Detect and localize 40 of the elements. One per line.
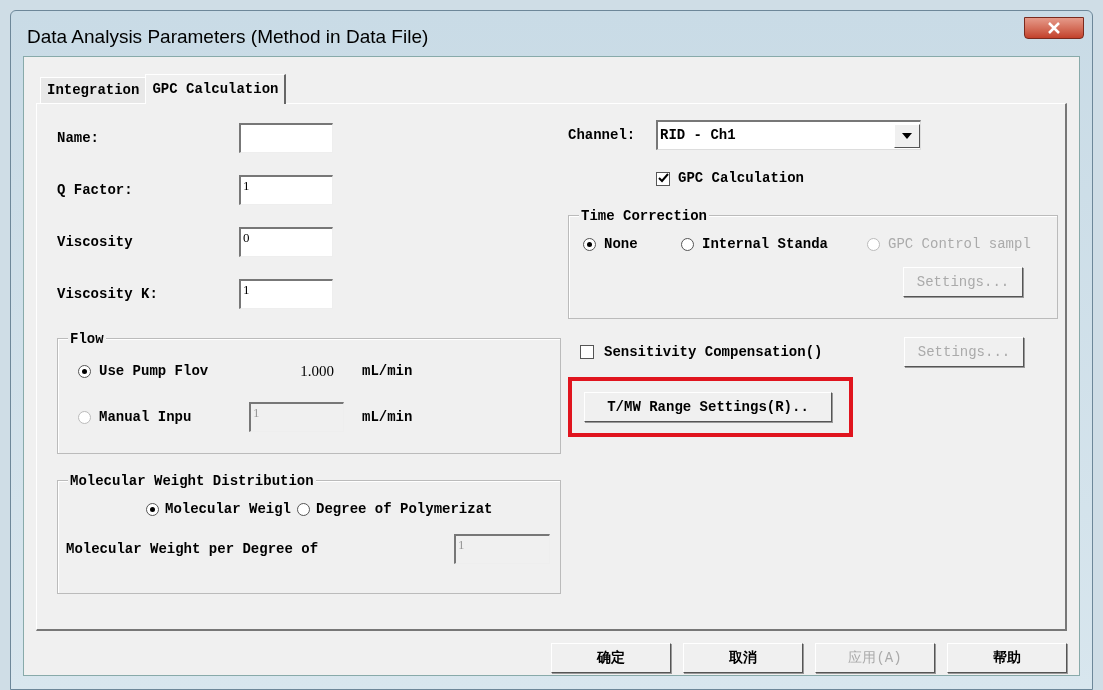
radio-label: Manual Inpu — [99, 407, 193, 427]
unit-label: mL/min — [362, 361, 413, 381]
dialog-button[interactable]: 确定 — [551, 643, 671, 673]
radio-button[interactable] — [681, 238, 694, 251]
radio-button[interactable] — [78, 364, 91, 378]
channel-dropdown[interactable]: RID - Ch1 — [656, 120, 921, 150]
dialog-button[interactable]: 帮助 — [947, 643, 1067, 673]
field-label: Viscosity K: — [57, 284, 159, 304]
field-label: Q Factor: — [57, 180, 134, 200]
radio-label: None — [604, 235, 638, 254]
radio-button[interactable] — [146, 503, 159, 516]
input-field[interactable]: 1 — [239, 279, 333, 309]
radio-label: Use Pump Flov — [99, 361, 210, 381]
close-button[interactable] — [1024, 16, 1084, 39]
radio-label: GPC Control sampl — [888, 235, 1031, 254]
radio-button[interactable] — [297, 503, 311, 516]
unit-label: mL/min — [362, 407, 413, 427]
field-label: Viscosity — [57, 232, 134, 252]
radio-button[interactable] — [583, 238, 596, 251]
window-title: Data Analysis Parameters (Method in Data File) — [26, 25, 429, 50]
input-field[interactable]: 1 — [239, 175, 333, 205]
dropdown-value: RID - Ch1 — [659, 126, 736, 145]
channel-label: Channel: — [568, 125, 637, 145]
tab[interactable]: Integration — [40, 77, 146, 103]
field-label: Name: — [57, 128, 100, 148]
input-field[interactable] — [239, 123, 333, 153]
checkbox-label: Sensitivity Compensation() — [604, 342, 824, 362]
flow-reading: 1.000 — [299, 361, 335, 381]
checkbox[interactable] — [580, 345, 594, 359]
checkbox[interactable] — [656, 171, 670, 186]
checkbox-label: GPC Calculation — [678, 169, 805, 188]
radio-label: Molecular Weigl — [165, 500, 292, 519]
close-icon — [1047, 21, 1061, 34]
tab[interactable]: GPC Calculation — [145, 74, 287, 104]
radio-label: Internal Standa — [702, 235, 829, 254]
input-field[interactable]: 0 — [239, 227, 333, 257]
field-label: Molecular Weight per Degree of — [66, 539, 320, 559]
range-settings-button[interactable]: T/MW Range Settings(R).. — [584, 392, 832, 422]
radio-label: Degree of Polymerizat — [316, 500, 493, 519]
dialog-button[interactable]: 取消 — [683, 643, 803, 673]
